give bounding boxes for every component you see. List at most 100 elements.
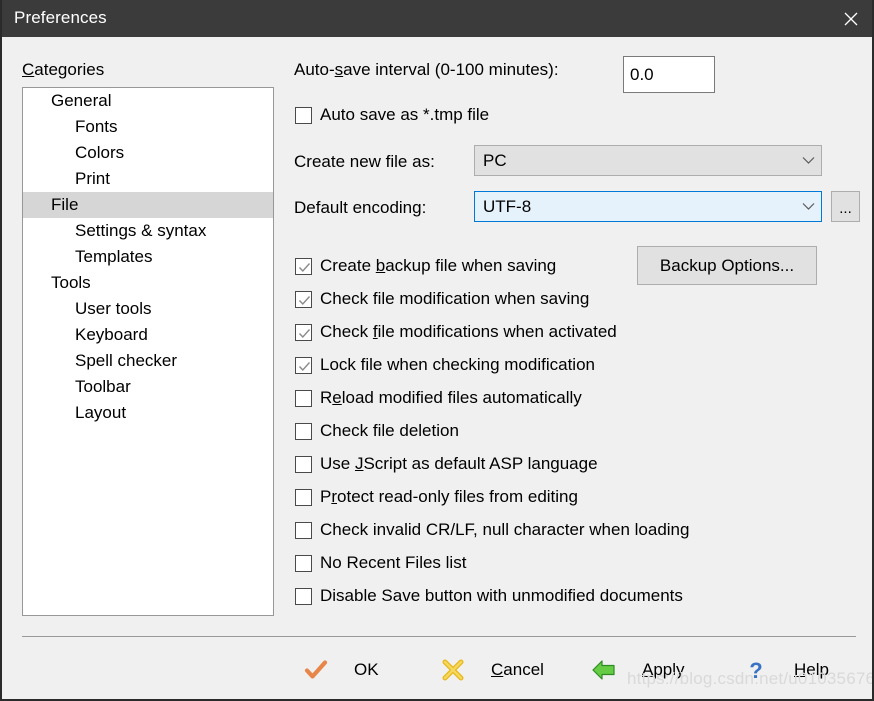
checkbox-lock-file-when-checking-modification[interactable]: Lock file when checking modification	[295, 355, 595, 375]
autosave-label-accel: s	[334, 60, 344, 79]
checkbox-label-pre: Check file deletion	[320, 421, 459, 440]
sidebar-item-file[interactable]: File	[23, 192, 273, 218]
sidebar-item-spell-checker[interactable]: Spell checker	[23, 348, 273, 374]
checkbox-box	[295, 106, 312, 124]
checkbox-create-backup-file-when-saving[interactable]: Create backup file when saving	[295, 256, 556, 276]
ok-button[interactable]: OK	[302, 648, 379, 692]
sidebar-item-label: Settings & syntax	[75, 221, 207, 240]
sidebar-item-print[interactable]: Print	[23, 166, 273, 192]
close-icon	[841, 9, 861, 29]
apply-button[interactable]: Apply	[590, 648, 685, 692]
checkbox-box	[295, 323, 312, 341]
checkbox-use-jscript-as-default-asp-language[interactable]: Use JScript as default ASP language	[295, 454, 598, 474]
title-bar: Preferences	[2, 0, 872, 37]
apply-label-post: pply	[653, 660, 685, 679]
checkbox-label-pre: R	[320, 388, 333, 407]
checkbox-protect-read-only-files-from-editing[interactable]: Protect read-only files from editing	[295, 487, 578, 507]
checkbox-label-pre: Check file modification when saving	[320, 289, 590, 308]
cancel-label-accel: C	[491, 660, 504, 679]
checkbox-label-pre: Check	[320, 322, 373, 341]
checkbox-box	[295, 554, 312, 572]
sidebar-item-user-tools[interactable]: User tools	[23, 296, 273, 322]
checkbox-label-pre: Check invalid CR/LF, null character when…	[320, 520, 690, 539]
checkbox-label-post: ile modifications when activated	[377, 322, 617, 341]
checkbox-label-pre: Use	[320, 454, 355, 473]
preferences-dialog: Preferences Categories General Fonts Color…	[0, 0, 874, 701]
checkbox-no-recent-files-list[interactable]: No Recent Files list	[295, 553, 466, 573]
checkbox-check-file-modifications-when-activated[interactable]: Check file modifications when activated	[295, 322, 617, 342]
sidebar-item-settings-syntax[interactable]: Settings & syntax	[23, 218, 273, 244]
checkbox-label-post: ackup file when saving	[385, 256, 557, 275]
sidebar-item-keyboard[interactable]: Keyboard	[23, 322, 273, 348]
checkbox-label-accel: e	[332, 388, 342, 407]
sidebar-item-label: User tools	[75, 299, 152, 318]
default-encoding-combobox[interactable]: UTF-8	[474, 191, 822, 222]
sidebar-item-templates[interactable]: Templates	[23, 244, 273, 270]
checkbox-check-invalid-cr-lf-null-character-when-loading[interactable]: Check invalid CR/LF, null character when…	[295, 520, 689, 540]
categories-accel: C	[22, 60, 35, 79]
checkbox-label-pre: P	[320, 487, 332, 506]
help-button[interactable]: ? Help	[742, 648, 829, 692]
autosave-interval-label: Auto-save interval (0-100 minutes):	[294, 60, 559, 80]
categories-label-rest: ategories	[34, 60, 105, 79]
cancel-button[interactable]: Cancel	[439, 648, 544, 692]
footer-button-bar: OK Cancel Apply? Help	[2, 648, 872, 698]
checkbox-box	[295, 356, 312, 374]
green-left-arrow-icon	[590, 656, 618, 684]
help-label: Help	[794, 660, 829, 680]
checkbox-check-file-deletion[interactable]: Check file deletion	[295, 421, 459, 441]
checkbox-box	[295, 521, 312, 539]
sidebar-item-label: File	[51, 195, 79, 214]
checkbox-box	[295, 587, 312, 605]
checkbox-label: Use JScript as default ASP language	[320, 454, 598, 474]
help-label-post: elp	[806, 660, 829, 679]
close-button[interactable]	[828, 0, 872, 37]
orange-check-icon	[302, 656, 330, 684]
backup-options-button[interactable]: Backup Options...	[637, 246, 817, 285]
sidebar-item-fonts[interactable]: Fonts	[23, 114, 273, 140]
checkbox-label-pre: Create	[320, 256, 376, 275]
sidebar-item-toolbar[interactable]: Toolbar	[23, 374, 273, 400]
checkbox-check-file-modification-when-saving[interactable]: Check file modification when saving	[295, 289, 589, 309]
sidebar-item-layout[interactable]: Layout	[23, 400, 273, 426]
sidebar-item-label: General	[51, 91, 112, 110]
sidebar-item-label: Templates	[75, 247, 153, 266]
default-encoding-value: UTF-8	[483, 196, 532, 216]
checkbox-label: Check file deletion	[320, 421, 459, 441]
sidebar-item-label: Colors	[75, 143, 125, 162]
checkbox-box	[295, 488, 312, 506]
checkmark-icon	[298, 328, 311, 338]
sidebar-item-colors[interactable]: Colors	[23, 140, 273, 166]
svg-text:?: ?	[749, 658, 762, 683]
checkbox-reload-modified-files-automatically[interactable]: Reload modified files automatically	[295, 388, 582, 408]
autosave-interval-input[interactable]	[623, 56, 715, 93]
ok-label-pre: OK	[354, 660, 379, 679]
sidebar-item-label: Keyboard	[75, 325, 148, 344]
apply-label: Apply	[642, 660, 685, 680]
checkbox-label-pre: Disable Save button with unmodified docu…	[320, 586, 683, 605]
checkbox-label: Create backup file when saving	[320, 256, 556, 276]
ok-label: OK	[354, 660, 379, 680]
create-new-file-combobox[interactable]: PC	[474, 145, 822, 176]
checkbox-label: Check file modification when saving	[320, 289, 589, 309]
sidebar-item-label: Spell checker	[75, 351, 178, 370]
chevron-down-icon	[795, 156, 821, 165]
categories-list[interactable]: General Fonts Colors Print File Settings & sy…	[22, 87, 274, 616]
default-encoding-browse-button[interactable]: ...	[831, 191, 860, 222]
sidebar-item-label: Layout	[75, 403, 127, 422]
sidebar-item-tools[interactable]: Tools	[23, 270, 273, 296]
cancel-label-post: ancel	[503, 660, 544, 679]
sidebar-item-general[interactable]: General	[23, 88, 273, 114]
checkbox-label: Check file modifications when activated	[320, 322, 617, 342]
sidebar-item-label: Fonts	[75, 117, 118, 136]
checkmark-icon	[298, 262, 311, 272]
checkbox-box	[295, 257, 312, 275]
checkbox-auto-save-tmp[interactable]: Auto save as *.tmp file	[295, 105, 489, 125]
footer-separator	[22, 636, 856, 637]
checkbox-box	[295, 455, 312, 473]
categories-label: Categories	[22, 60, 104, 80]
cancel-label: Cancel	[491, 660, 544, 680]
apply-label-accel: A	[642, 660, 654, 679]
blue-question-icon: ?	[742, 656, 770, 684]
checkbox-disable-save-button-with-unmodified-documents[interactable]: Disable Save button with unmodified docu…	[295, 586, 683, 606]
